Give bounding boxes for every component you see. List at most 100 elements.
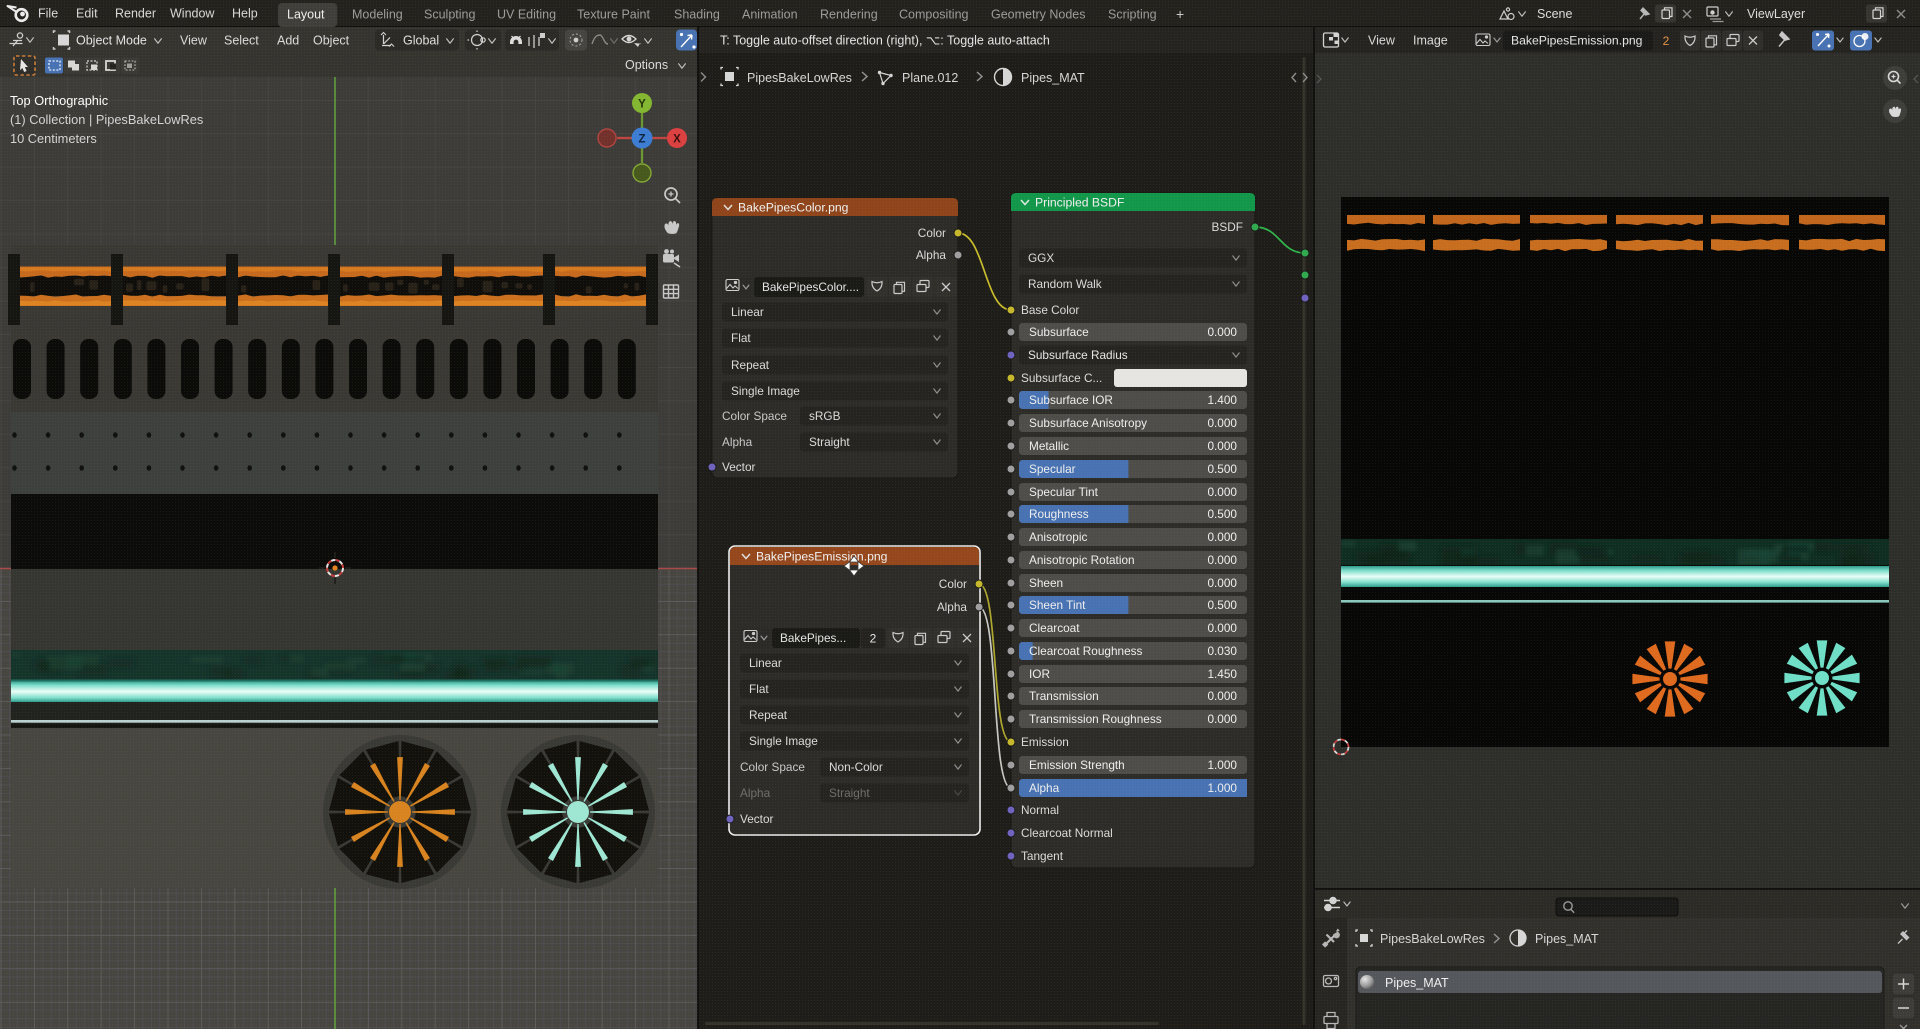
svg-text:Repeat: Repeat bbox=[749, 708, 788, 722]
svg-text:IOR: IOR bbox=[1029, 667, 1050, 681]
svg-text:Select: Select bbox=[224, 34, 259, 48]
svg-text:0.000: 0.000 bbox=[1207, 530, 1237, 544]
svg-text:10 Centimeters: 10 Centimeters bbox=[10, 131, 97, 146]
svg-text:0.000: 0.000 bbox=[1207, 689, 1237, 703]
svg-text:Texture Paint: Texture Paint bbox=[577, 8, 650, 22]
svg-text:Pipes_MAT: Pipes_MAT bbox=[1535, 932, 1599, 946]
svg-text:View: View bbox=[1368, 34, 1396, 48]
svg-text:0.000: 0.000 bbox=[1207, 621, 1237, 635]
svg-text:+: + bbox=[1176, 6, 1184, 22]
svg-text:(1) Collection | PipesBakeLowR: (1) Collection | PipesBakeLowRes bbox=[10, 112, 203, 127]
svg-text:BakePipes...: BakePipes... bbox=[780, 631, 846, 645]
svg-text:Transmission Roughness: Transmission Roughness bbox=[1029, 712, 1162, 726]
svg-text:Sculpting: Sculpting bbox=[424, 8, 475, 22]
svg-text:Clearcoat Normal: Clearcoat Normal bbox=[1021, 826, 1113, 840]
svg-text:Modeling: Modeling bbox=[352, 8, 403, 22]
svg-text:Principled BSDF: Principled BSDF bbox=[1035, 196, 1124, 210]
svg-text:Metallic: Metallic bbox=[1029, 439, 1069, 453]
svg-text:Pipes_MAT: Pipes_MAT bbox=[1021, 71, 1085, 85]
svg-text:Emission Strength: Emission Strength bbox=[1029, 758, 1125, 772]
svg-text:Alpha: Alpha bbox=[740, 786, 771, 800]
svg-text:Color: Color bbox=[939, 577, 967, 591]
svg-text:BakePipesEmission.png: BakePipesEmission.png bbox=[1511, 34, 1642, 48]
svg-text:BakePipesColor....: BakePipesColor.... bbox=[762, 280, 859, 294]
svg-text:Y: Y bbox=[638, 99, 646, 111]
svg-text:Non-Color: Non-Color bbox=[829, 760, 883, 774]
svg-text:Plane.012: Plane.012 bbox=[902, 71, 958, 85]
svg-text:Color: Color bbox=[918, 226, 946, 240]
svg-text:Flat: Flat bbox=[749, 682, 769, 696]
svg-text:Sheen: Sheen bbox=[1029, 576, 1063, 590]
svg-text:Single Image: Single Image bbox=[749, 734, 818, 748]
svg-text:Scene: Scene bbox=[1537, 7, 1572, 21]
svg-text:Vector: Vector bbox=[722, 460, 756, 474]
svg-text:Subsurface Anisotropy: Subsurface Anisotropy bbox=[1029, 416, 1147, 430]
svg-text:Straight: Straight bbox=[809, 435, 850, 449]
svg-text:Roughness: Roughness bbox=[1029, 507, 1089, 521]
svg-text:Repeat: Repeat bbox=[731, 358, 770, 372]
svg-text:Window: Window bbox=[170, 7, 215, 21]
svg-text:Straight: Straight bbox=[829, 786, 870, 800]
svg-text:Single Image: Single Image bbox=[731, 384, 800, 398]
svg-text:1.400: 1.400 bbox=[1207, 393, 1237, 407]
svg-text:0.000: 0.000 bbox=[1207, 553, 1237, 567]
svg-text:Pipes_MAT: Pipes_MAT bbox=[1385, 976, 1449, 990]
svg-text:Transmission: Transmission bbox=[1029, 689, 1099, 703]
svg-text:Normal: Normal bbox=[1021, 803, 1059, 817]
svg-text:Vector: Vector bbox=[740, 812, 774, 826]
svg-text:0.000: 0.000 bbox=[1207, 712, 1237, 726]
svg-text:0.000: 0.000 bbox=[1207, 439, 1237, 453]
svg-text:Flat: Flat bbox=[731, 331, 751, 345]
svg-text:Clearcoat: Clearcoat bbox=[1029, 621, 1080, 635]
svg-text:UV Editing: UV Editing bbox=[497, 8, 556, 22]
svg-text:0.000: 0.000 bbox=[1207, 485, 1237, 499]
svg-text:Linear: Linear bbox=[749, 656, 782, 670]
svg-text:Animation: Animation bbox=[742, 8, 798, 22]
svg-text:View: View bbox=[180, 34, 208, 48]
svg-text:Subsurface IOR: Subsurface IOR bbox=[1029, 393, 1113, 407]
svg-text:Compositing: Compositing bbox=[899, 8, 969, 22]
svg-text:sRGB: sRGB bbox=[809, 409, 841, 423]
svg-text:Anisotropic: Anisotropic bbox=[1029, 530, 1087, 544]
svg-text:2: 2 bbox=[1663, 34, 1670, 48]
svg-text:Alpha: Alpha bbox=[1029, 781, 1060, 795]
svg-text:Object Mode: Object Mode bbox=[76, 34, 147, 48]
svg-text:0.500: 0.500 bbox=[1207, 462, 1237, 476]
svg-text:Sheen Tint: Sheen Tint bbox=[1029, 598, 1086, 612]
svg-text:Alpha: Alpha bbox=[722, 435, 753, 449]
svg-text:Subsurface: Subsurface bbox=[1029, 325, 1089, 339]
svg-text:Clearcoat Roughness: Clearcoat Roughness bbox=[1029, 644, 1143, 658]
svg-text:1.000: 1.000 bbox=[1207, 758, 1237, 772]
svg-text:Rendering: Rendering bbox=[820, 8, 878, 22]
svg-text:ViewLayer: ViewLayer bbox=[1747, 7, 1805, 21]
svg-text:Add: Add bbox=[277, 34, 299, 48]
svg-text:Image: Image bbox=[1413, 34, 1448, 48]
svg-text:PipesBakeLowRes: PipesBakeLowRes bbox=[747, 71, 852, 85]
svg-text:0.000: 0.000 bbox=[1207, 416, 1237, 430]
svg-text:BSDF: BSDF bbox=[1212, 220, 1243, 234]
svg-text:Shading: Shading bbox=[674, 8, 720, 22]
svg-text:Alpha: Alpha bbox=[916, 248, 947, 262]
svg-text:Emission: Emission bbox=[1021, 735, 1069, 749]
svg-text:Specular: Specular bbox=[1029, 462, 1076, 476]
svg-text:Specular Tint: Specular Tint bbox=[1029, 485, 1099, 499]
svg-text:X: X bbox=[673, 134, 681, 146]
svg-text:Tangent: Tangent bbox=[1021, 849, 1064, 863]
svg-text:BakePipesEmission.png: BakePipesEmission.png bbox=[756, 550, 887, 564]
svg-text:Subsurface C...: Subsurface C... bbox=[1021, 371, 1102, 385]
svg-text:Object: Object bbox=[313, 34, 350, 48]
svg-text:Random Walk: Random Walk bbox=[1028, 277, 1102, 291]
svg-text:Subsurface Radius: Subsurface Radius bbox=[1028, 348, 1128, 362]
svg-text:Render: Render bbox=[115, 7, 156, 21]
svg-text:BakePipesColor.png: BakePipesColor.png bbox=[738, 201, 848, 215]
svg-text:Options: Options bbox=[625, 58, 668, 72]
svg-text:0.500: 0.500 bbox=[1207, 598, 1237, 612]
svg-text:Alpha: Alpha bbox=[937, 600, 968, 614]
svg-text:0.000: 0.000 bbox=[1207, 325, 1237, 339]
svg-text:Global: Global bbox=[403, 34, 439, 48]
svg-text:1.450: 1.450 bbox=[1207, 667, 1237, 681]
svg-text:Base Color: Base Color bbox=[1021, 303, 1079, 317]
svg-text:1.000: 1.000 bbox=[1207, 781, 1237, 795]
svg-text:PipesBakeLowRes: PipesBakeLowRes bbox=[1380, 932, 1485, 946]
svg-text:Color Space: Color Space bbox=[722, 409, 787, 423]
